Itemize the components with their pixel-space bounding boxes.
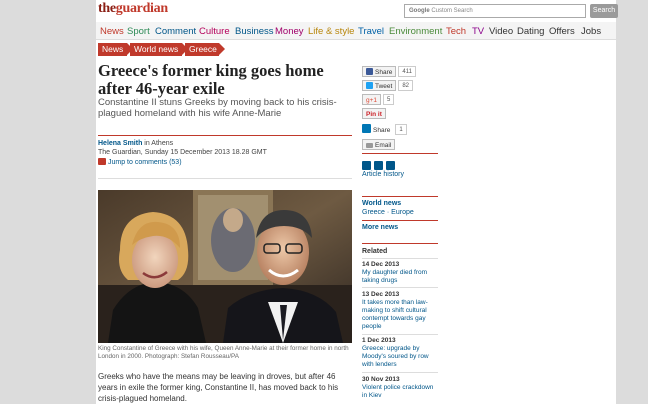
- related-divider: [362, 372, 438, 373]
- photo-caption: King Constantine of Greece with his wife…: [98, 345, 349, 360]
- related-divider: [362, 258, 438, 259]
- related-divider: [362, 287, 438, 288]
- sidebar-divider: [362, 153, 438, 154]
- sidebar-divider: [362, 196, 438, 197]
- twitter-icon: [366, 82, 373, 89]
- breadcrumb-greece[interactable]: Greece: [185, 43, 225, 56]
- jump-to-comments-link[interactable]: Jump to comments (53): [98, 158, 182, 166]
- twitter-count: 82: [398, 80, 414, 91]
- googleplus-count: 5: [383, 94, 395, 105]
- nav-comment[interactable]: Comment: [155, 26, 196, 37]
- comment-bubble-icon: [98, 158, 106, 165]
- nav-video[interactable]: Video: [489, 26, 513, 37]
- envelope-icon: [366, 143, 373, 148]
- linkedin-share[interactable]: Share 1: [362, 124, 407, 135]
- related-link[interactable]: Greece: upgrade by Moody's soured by row…: [362, 345, 438, 369]
- related-divider: [362, 334, 438, 335]
- nav-jobs[interactable]: Jobs: [581, 26, 601, 37]
- related-link[interactable]: It takes more than law-making to shift c…: [362, 299, 438, 331]
- search-input[interactable]: Google Custom Search: [404, 4, 586, 18]
- nav-dating[interactable]: Dating: [517, 26, 544, 37]
- nav-tv[interactable]: TV: [472, 26, 484, 37]
- bookmark-icon[interactable]: [374, 161, 383, 170]
- article-headline: Greece's former king goes home after 46-…: [98, 61, 324, 98]
- linkedin-count: 1: [395, 124, 407, 135]
- related-date: 1 Dec 2013: [362, 337, 396, 344]
- world-news-link[interactable]: World news: [362, 200, 401, 207]
- google-label: Google: [409, 8, 430, 14]
- linkedin-icon: [362, 124, 371, 133]
- facebook-icon: [366, 68, 373, 75]
- nav-environment[interactable]: Environment: [389, 26, 442, 37]
- twitter-share[interactable]: Tweet 82: [362, 80, 414, 91]
- byline: Helena Smith in Athens The Guardian, Sun…: [98, 139, 267, 157]
- more-news-link[interactable]: More news: [362, 224, 398, 231]
- print-icon[interactable]: [362, 161, 371, 170]
- section-nav: News Sport Comment Culture Business Mone…: [96, 22, 616, 40]
- nav-business[interactable]: Business: [235, 26, 274, 37]
- nav-life-style[interactable]: Life & style: [308, 26, 354, 37]
- related-date: 13 Dec 2013: [362, 291, 400, 298]
- photo-illustration: [98, 190, 352, 343]
- googleplus-share[interactable]: g+1 5: [362, 94, 395, 105]
- byline-location: in Athens: [142, 140, 174, 147]
- related-link[interactable]: My daughter died from taking drugs: [362, 269, 438, 285]
- publication-line: The Guardian, Sunday 15 December 2013 18…: [98, 149, 267, 156]
- article-standfirst: Constantine II stuns Greeks by moving ba…: [98, 97, 337, 119]
- pinterest-share[interactable]: Pin it: [362, 108, 386, 119]
- article-history-link[interactable]: Article history: [362, 171, 404, 178]
- sidebar-divider: [362, 243, 438, 244]
- search-button[interactable]: Search: [590, 4, 618, 18]
- related-link[interactable]: Violent police crackdown in Kiev: [362, 384, 438, 400]
- breadcrumb-news[interactable]: News: [98, 43, 133, 56]
- author-link[interactable]: Helena Smith: [98, 140, 142, 147]
- facebook-share[interactable]: Share 411: [362, 66, 416, 77]
- sidebar-divider: [362, 220, 438, 221]
- guardian-logo[interactable]: theguardian: [98, 1, 168, 17]
- nav-sport[interactable]: Sport: [127, 26, 150, 37]
- email-share[interactable]: Email: [362, 139, 396, 150]
- related-date: 30 Nov 2013: [362, 376, 400, 383]
- world-news-tags[interactable]: Greece · Europe: [362, 209, 414, 216]
- article-photo: [98, 190, 352, 343]
- article-body: Greeks who have the means may be leaving…: [98, 372, 339, 403]
- nav-offers[interactable]: Offers: [549, 26, 575, 37]
- nav-tech[interactable]: Tech: [446, 26, 466, 37]
- clipboard-icon[interactable]: [386, 161, 395, 170]
- nav-money[interactable]: Money: [275, 26, 304, 37]
- breadcrumb-world-news[interactable]: World news: [130, 43, 188, 56]
- nav-travel[interactable]: Travel: [358, 26, 384, 37]
- related-heading: Related: [362, 248, 388, 255]
- related-date: 14 Dec 2013: [362, 261, 400, 268]
- facebook-count: 411: [398, 66, 416, 77]
- photo-divider: [98, 178, 352, 179]
- byline-divider: [98, 135, 352, 136]
- nav-news[interactable]: News: [100, 26, 124, 37]
- search-placeholder: Custom Search: [431, 8, 473, 14]
- nav-culture[interactable]: Culture: [199, 26, 230, 37]
